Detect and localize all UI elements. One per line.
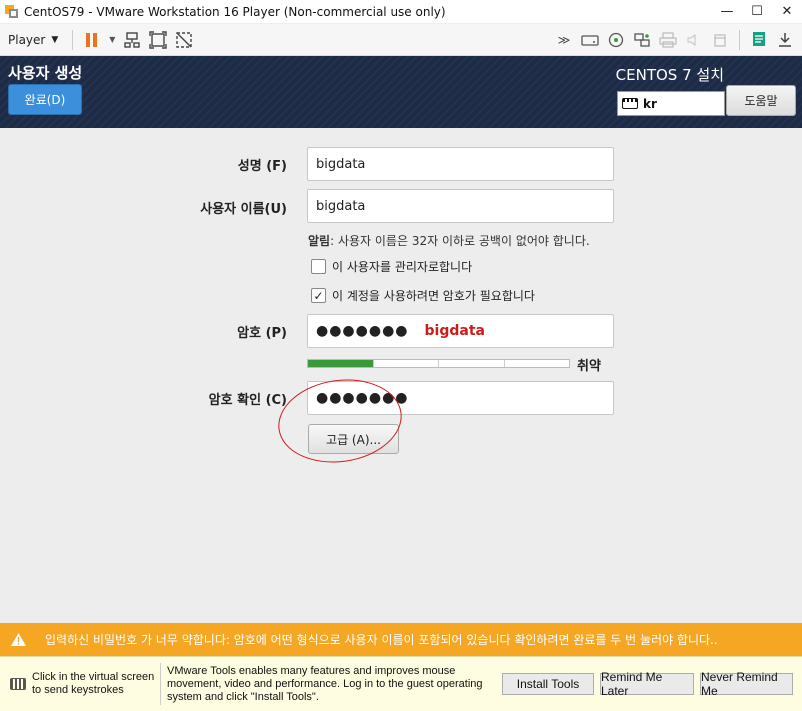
close-button[interactable]: ✕ xyxy=(772,0,802,24)
pause-icon xyxy=(86,32,98,47)
chevron-down-icon: ▼ xyxy=(51,34,59,45)
printer-icon[interactable] xyxy=(655,27,681,53)
hint-bold: 알림 xyxy=(308,234,331,248)
click-hint: Click in the virtual screen to send keys… xyxy=(32,671,155,696)
restore-button[interactable]: ☐ xyxy=(742,0,772,24)
advanced-button[interactable]: 고급 (A)... xyxy=(308,424,399,454)
fullname-value: bigdata xyxy=(316,156,366,172)
password-strength-bar xyxy=(307,359,570,368)
pause-button[interactable] xyxy=(79,27,105,53)
username-value: bigdata xyxy=(316,198,366,214)
fullname-input[interactable]: bigdata xyxy=(307,147,614,181)
usb-icon[interactable] xyxy=(707,27,733,53)
strength-segment xyxy=(439,360,505,367)
cd-dvd-icon[interactable] xyxy=(603,27,629,53)
unity-button[interactable] xyxy=(171,27,197,53)
confirm-password-value: ●●●●●●● xyxy=(316,390,409,406)
player-menu-label: Player xyxy=(8,32,46,47)
username-input[interactable]: bigdata xyxy=(307,189,614,223)
keyboard-icon xyxy=(622,98,638,109)
install-tools-button[interactable]: Install Tools xyxy=(502,673,594,695)
window-titlebar: CentOS79 - VMware Workstation 16 Player … xyxy=(0,0,802,24)
page-title: 사용자 생성 xyxy=(8,64,83,82)
password-annotation: bigdata xyxy=(424,323,485,339)
confirm-password-input[interactable]: ●●●●●●● xyxy=(307,381,614,415)
done-button[interactable]: 완료(D) xyxy=(8,84,82,115)
message-log-icon[interactable] xyxy=(746,27,772,53)
username-hint: 알림: 사용자 이름은 32자 이하로 공백이 없어야 합니다. xyxy=(308,232,590,249)
hint-text: : 사용자 이름은 32자 이하로 공백이 없어야 합니다. xyxy=(330,234,590,248)
tools-divider xyxy=(160,663,161,705)
confirm-password-label: 암호 확인 (C) xyxy=(208,393,287,408)
fullname-label: 성명 (F) xyxy=(237,159,287,174)
fullscreen-icon xyxy=(149,30,167,49)
pause-dropdown-button[interactable]: ▼ xyxy=(105,27,119,53)
strength-segment xyxy=(374,360,439,367)
download-icon[interactable] xyxy=(772,27,798,53)
product-title: CENTOS 7 설치 xyxy=(615,66,724,84)
vmware-app-icon xyxy=(4,4,20,20)
password-required-checkbox[interactable]: ✓ xyxy=(311,288,326,303)
password-label: 암호 (P) xyxy=(237,326,287,341)
player-menu[interactable]: Player ▼ xyxy=(0,24,66,55)
password-required-label: 이 계정을 사용하려면 암호가 필요합니다 xyxy=(332,289,535,303)
toolbar-divider xyxy=(72,29,74,50)
tools-message: VMware Tools enables many features and i… xyxy=(167,664,483,703)
remind-later-button[interactable]: Remind Me Later xyxy=(600,670,694,698)
keyboard-icon xyxy=(10,678,26,690)
username-label: 사용자 이름(U) xyxy=(200,202,287,217)
expand-devices-button[interactable]: ≫ xyxy=(551,27,577,53)
send-ctrl-alt-del-button[interactable] xyxy=(119,27,145,53)
warning-text: 입력하신 비밀번호 가 너무 약합니다: 암호에 어떤 형식으로 사용자 이름이… xyxy=(45,633,718,647)
password-strength-label: 취약 xyxy=(577,359,601,374)
keyboard-layout-label: kr xyxy=(643,96,657,111)
admin-checkbox-row[interactable]: 이 사용자를 관리자로합니다 xyxy=(311,258,472,275)
fit-guest-button[interactable] xyxy=(145,27,171,53)
player-toolbar: Player ▼ ▼ ≫ xyxy=(0,24,802,56)
password-required-row[interactable]: ✓ 이 계정을 사용하려면 암호가 필요합니다 xyxy=(311,287,535,304)
password-input[interactable]: ●●●●●●● bigdata xyxy=(307,314,614,348)
password-value: ●●●●●●● xyxy=(316,323,409,339)
unity-icon xyxy=(176,31,192,48)
hard-disk-icon[interactable] xyxy=(577,27,603,53)
strength-segment xyxy=(505,360,570,367)
sound-icon[interactable] xyxy=(681,27,707,53)
keyboard-layout-indicator[interactable]: kr xyxy=(617,91,725,116)
admin-checkbox-label: 이 사용자를 관리자로합니다 xyxy=(332,260,473,274)
network-adapter-icon[interactable] xyxy=(629,27,655,53)
admin-checkbox[interactable] xyxy=(311,259,326,274)
strength-segment xyxy=(308,360,374,367)
warning-icon xyxy=(10,632,27,647)
warning-bar[interactable]: 입력하신 비밀번호 가 너무 약합니다: 암호에 어떤 형식으로 사용자 이름이… xyxy=(0,623,802,656)
help-button[interactable]: 도움말 xyxy=(726,85,796,116)
user-form: 성명 (F) bigdata 사용자 이름(U) bigdata 알림: 사용자… xyxy=(0,128,802,623)
network-icon xyxy=(124,31,140,48)
vmware-tools-bar: Click in the virtual screen to send keys… xyxy=(0,656,802,711)
never-remind-button[interactable]: Never Remind Me xyxy=(700,670,793,698)
device-icons: ≫ xyxy=(551,27,802,53)
minimize-button[interactable]: — xyxy=(712,0,742,24)
toolbar-divider xyxy=(739,29,740,50)
window-title: CentOS79 - VMware Workstation 16 Player … xyxy=(24,4,446,19)
